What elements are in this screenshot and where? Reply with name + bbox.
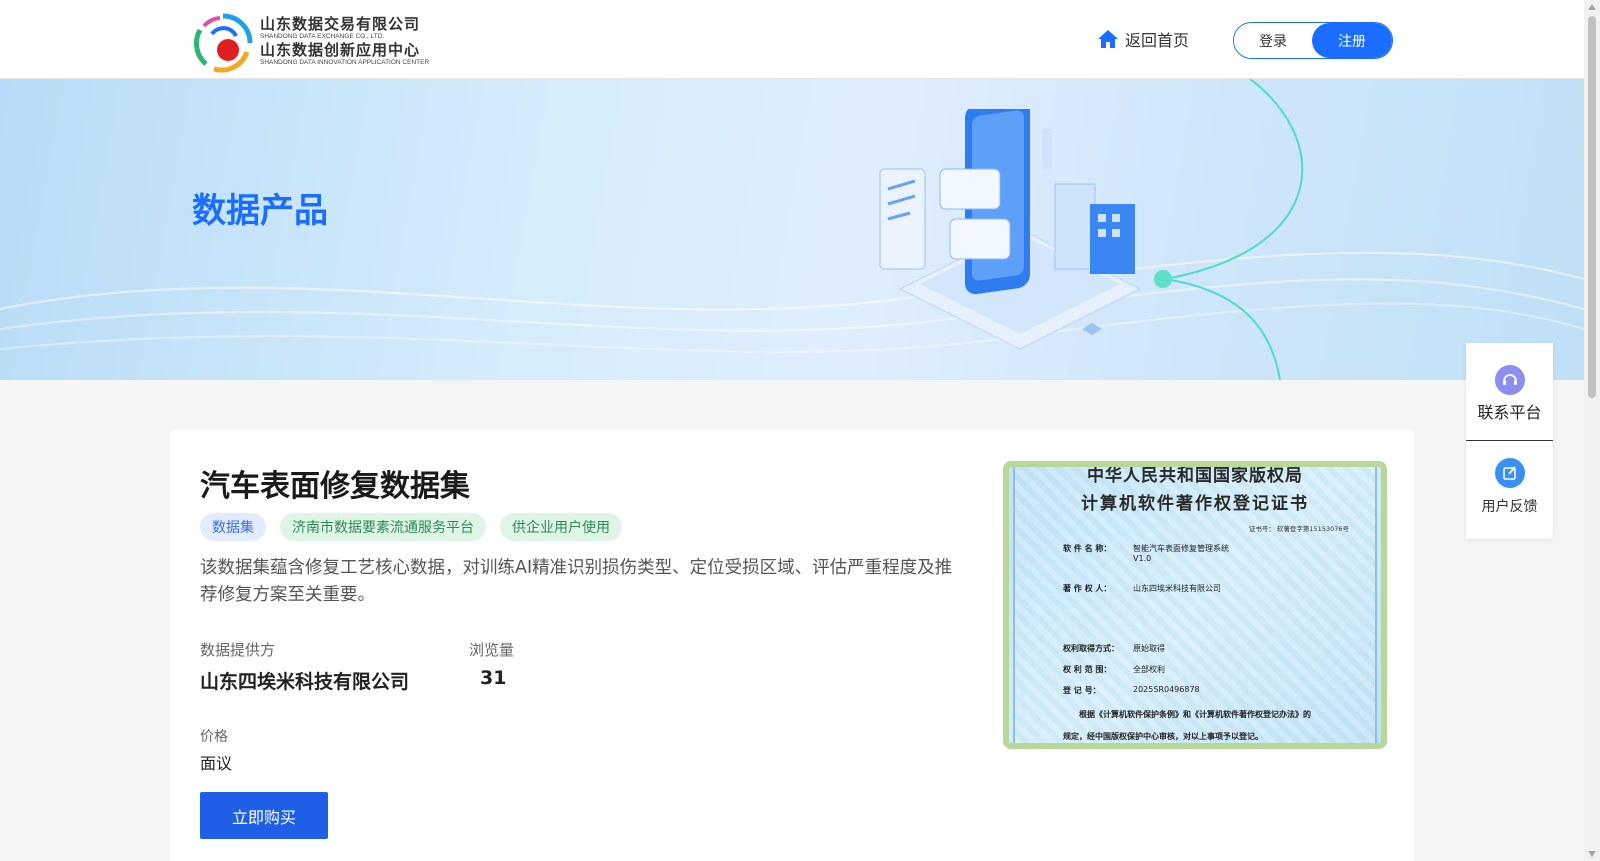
company-logo[interactable]: 山东数据交易有限公司 SHANDONG DATA EXCHANGE CO., L… xyxy=(192,12,452,74)
certificate-row-key: 软 件 名 称： xyxy=(1063,544,1112,553)
certificate-row-key: 登 记 号： xyxy=(1063,686,1101,695)
register-button[interactable]: 注册 xyxy=(1312,23,1392,58)
float-panel-divider xyxy=(1466,440,1553,441)
contact-platform-button[interactable]: 联系平台 xyxy=(1466,365,1553,423)
headset-icon xyxy=(1494,365,1525,395)
certificate-row: 登 记 号： 2025SR0496878 xyxy=(1063,685,1200,696)
certificate-row: 权 利 范 围： 全部权利 xyxy=(1063,664,1165,675)
certificate-row: 软 件 名 称： 智能汽车表面修复管理系统 V1.0 xyxy=(1063,543,1229,563)
user-feedback-button[interactable]: 用户反馈 xyxy=(1466,458,1553,516)
logo-line2-en: SHANDONG DATA INNOVATION APPLICATION CEN… xyxy=(260,59,430,66)
certificate-body: 中华人民共和国国家版权局 计算机软件著作权登记证书 证书号： 软著登字第1515… xyxy=(1013,467,1377,743)
certificate-heading1: 中华人民共和国国家版权局 xyxy=(1087,466,1303,486)
user-feedback-label: 用户反馈 xyxy=(1481,499,1538,515)
views-label: 浏览量 xyxy=(469,641,515,659)
scrollbar-thumb[interactable] xyxy=(1588,16,1596,398)
product-card: 汽车表面修复数据集 数据集 济南市数据要素流通服务平台 供企业用户使用 该数据集… xyxy=(170,429,1414,861)
home-icon xyxy=(1098,30,1118,48)
certificate-row-value: 智能汽车表面修复管理系统 V1.0 xyxy=(1133,544,1229,563)
logo-mark-icon xyxy=(192,12,254,74)
top-header: 山东数据交易有限公司 SHANDONG DATA EXCHANGE CO., L… xyxy=(0,0,1584,79)
certificate-paragraph: 根据《计算机软件保护条例》和《计算机软件著作权登记办法》的 xyxy=(1079,710,1311,719)
certificate-row-key: 权 利 范 围： xyxy=(1063,665,1112,674)
contact-platform-label: 联系平台 xyxy=(1477,403,1542,422)
page-scrollbar[interactable] xyxy=(1584,0,1600,861)
certificate-paragraph: 规定，经中国版权保护中心审核，对以上事项予以登记。 xyxy=(1063,732,1263,741)
product-title: 汽车表面修复数据集 xyxy=(200,469,470,504)
certificate-row-value: 2025SR0496878 xyxy=(1133,685,1200,694)
logo-line1-en: SHANDONG DATA EXCHANGE CO., LTD. xyxy=(260,32,385,40)
certificate-row-key: 权利取得方式： xyxy=(1063,644,1119,653)
provider-label: 数据提供方 xyxy=(200,641,276,659)
certificate-row-key: 著 作 权 人： xyxy=(1063,584,1112,593)
login-button[interactable]: 登录 xyxy=(1234,23,1312,58)
product-description: 该数据集蕴含修复工艺核心数据，对训练AI精准识别损伤类型、定位受损区域、评估严重… xyxy=(200,558,953,605)
buy-now-button[interactable]: 立即购买 xyxy=(200,792,328,839)
product-tags: 数据集 济南市数据要素流通服务平台 供企业用户使用 xyxy=(200,513,622,541)
certificate-row-value: 原始取得 xyxy=(1133,644,1165,653)
home-link-label: 返回首页 xyxy=(1125,31,1190,50)
views-value: 31 xyxy=(480,667,507,689)
certificate-number: 证书号： 软著登字第15153076号 xyxy=(1248,525,1349,533)
logo-line2-cn: 山东数据创新应用中心 xyxy=(260,41,421,59)
certificate-row: 权利取得方式： 原始取得 xyxy=(1063,643,1165,654)
home-link[interactable]: 返回首页 xyxy=(1097,27,1189,51)
hero-banner: 数据产品 xyxy=(0,79,1584,380)
certificate-row: 著 作 权 人： 山东四埃米科技有限公司 xyxy=(1063,583,1221,594)
certificate-heading2: 计算机软件著作权登记证书 xyxy=(1081,494,1309,514)
certificate-image[interactable]: 中华人民共和国国家版权局 计算机软件著作权登记证书 证书号： 软著登字第1515… xyxy=(1003,461,1387,749)
logo-line1-cn: 山东数据交易有限公司 xyxy=(260,14,421,33)
certificate-row-value: 全部权利 xyxy=(1133,665,1165,674)
tag-platform: 济南市数据要素流通服务平台 xyxy=(280,513,486,541)
edit-icon xyxy=(1494,458,1525,488)
floating-side-panel: 联系平台 用户反馈 xyxy=(1466,343,1553,539)
price-value: 面议 xyxy=(200,754,233,773)
scroll-up-arrow-icon[interactable] xyxy=(1588,4,1596,10)
page-title: 数据产品 xyxy=(192,191,328,231)
banner-isometric-illustration xyxy=(879,109,1142,350)
auth-group: 登录 注册 xyxy=(1233,22,1393,59)
tag-type: 数据集 xyxy=(200,513,266,541)
price-label: 价格 xyxy=(200,729,228,745)
certificate-row-value: 山东四埃米科技有限公司 xyxy=(1133,584,1221,593)
provider-value: 山东四埃米科技有限公司 xyxy=(200,671,410,693)
tag-audience: 供企业用户使用 xyxy=(500,513,622,541)
scroll-down-arrow-icon[interactable] xyxy=(1588,851,1596,857)
